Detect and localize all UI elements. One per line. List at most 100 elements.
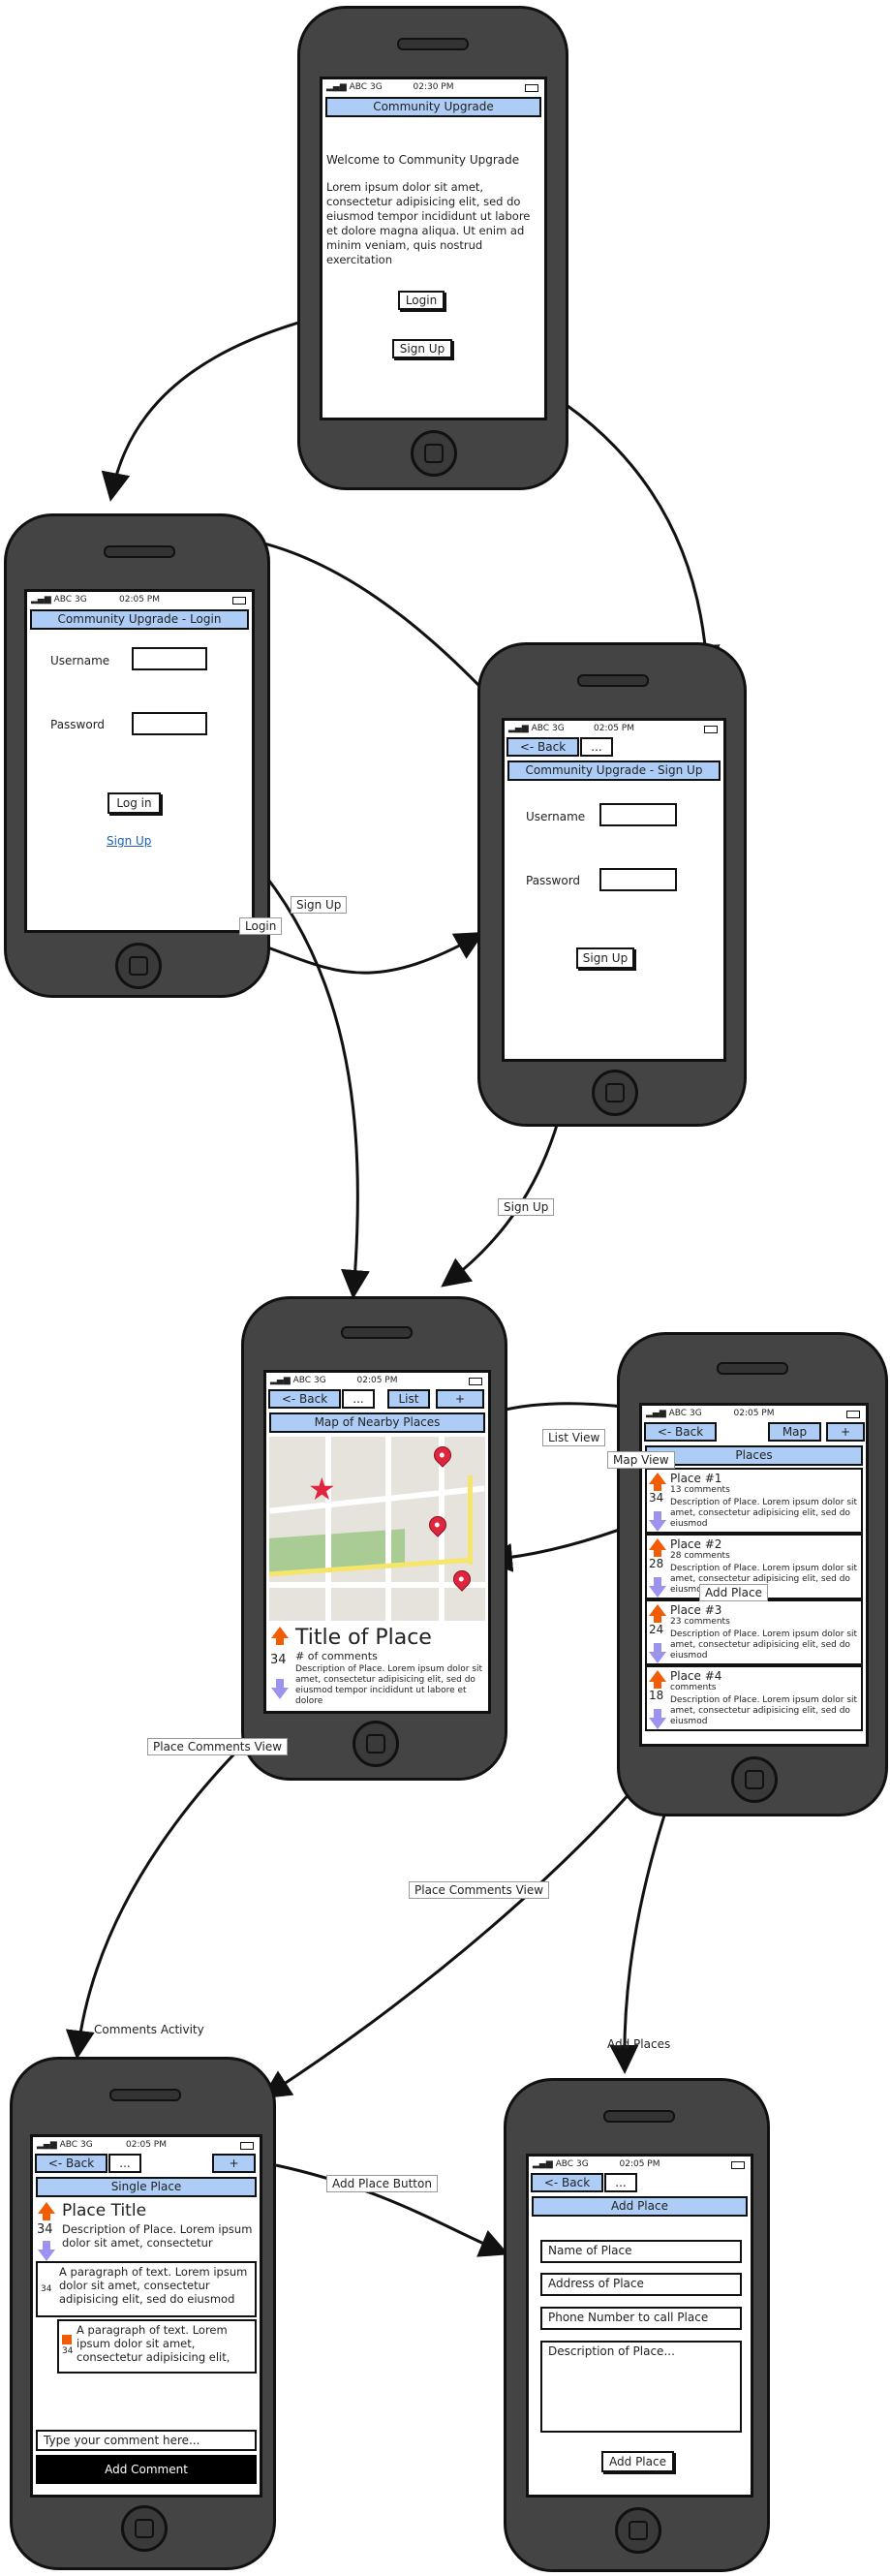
downvote-icon[interactable]	[38, 2241, 55, 2261]
upvote-icon[interactable]	[38, 2202, 55, 2220]
add-button[interactable]: +	[436, 1389, 484, 1409]
username-field[interactable]	[599, 803, 677, 826]
downvote-icon[interactable]	[649, 1577, 666, 1598]
phone-add-place: ▂▄▆ ABC 3G 02:05 PM <- Back ... Add Plac…	[504, 2078, 770, 2572]
speaker-grille	[397, 38, 469, 50]
upvote-icon[interactable]	[649, 1473, 666, 1491]
battery-icon	[525, 84, 538, 92]
page-title: Places	[645, 1445, 863, 1466]
place-description: Description of Place. Lorem ipsum dolor …	[295, 1664, 483, 1706]
login-button[interactable]: Log in	[107, 792, 161, 814]
password-field[interactable]	[599, 868, 677, 891]
list-button[interactable]: List	[387, 1389, 430, 1409]
place-description: Description of Place. Lorem ipsum dolor …	[670, 1498, 858, 1529]
upvote-icon[interactable]	[271, 1627, 289, 1645]
map-button[interactable]: Map	[768, 1422, 821, 1442]
place-name: Place #3	[670, 1603, 722, 1617]
comment-reply: 34 A paragraph of text. Lorem ipsum dolo…	[57, 2319, 257, 2374]
status-bar: ▂▄▆ ABC 3G 02:05 PM	[529, 2157, 751, 2173]
speaker-grille	[603, 2110, 675, 2123]
place-name-input[interactable]: Name of Place	[540, 2240, 742, 2263]
page-title: Community Upgrade - Sign Up	[507, 760, 721, 781]
signup-button[interactable]: Sign Up	[392, 339, 452, 358]
home-button[interactable]	[411, 430, 457, 477]
map-view[interactable]: ★	[269, 1437, 485, 1621]
screen-login: ▂▄▆ ABC 3G 02:05 PM Community Upgrade - …	[24, 589, 255, 933]
more-button[interactable]: ...	[342, 1389, 375, 1409]
status-time: 02:05 PM	[126, 2140, 167, 2150]
map-road	[269, 1485, 485, 1514]
place-address-input[interactable]: Address of Place	[540, 2273, 742, 2296]
back-button[interactable]: <- Back	[644, 1422, 717, 1442]
add-place-button[interactable]: Add Place	[601, 2451, 674, 2472]
list-item[interactable]: 34 Place #1 13 comments Description of P…	[645, 1468, 863, 1534]
phone-map: ▂▄▆ ABC 3G 02:05 PM <- Back ... List + M…	[241, 1296, 507, 1781]
comment-vote-count: 34	[62, 2346, 74, 2356]
upvote-icon[interactable]	[649, 1670, 666, 1689]
username-label: Username	[50, 654, 110, 667]
home-button[interactable]	[615, 2507, 661, 2554]
list-item[interactable]: 18 Place #4 comments Description of Plac…	[645, 1665, 863, 1731]
add-comment-button[interactable]: Add Comment	[36, 2455, 257, 2484]
upvote-icon[interactable]	[649, 1538, 666, 1557]
speaker-grille	[109, 2089, 181, 2101]
signup-button[interactable]: Sign Up	[576, 947, 634, 969]
flow-label-add-place: Add Place	[699, 1584, 768, 1601]
username-field[interactable]	[132, 647, 207, 670]
downvote-icon[interactable]	[649, 1643, 666, 1663]
more-button[interactable]: ...	[580, 737, 613, 757]
flow-label-comments-activity: Comments Activity	[94, 2023, 204, 2036]
signup-link[interactable]: Sign Up	[107, 834, 151, 848]
comment-text: A paragraph of text. Lorem ipsum dolor s…	[77, 2323, 230, 2364]
status-bar: ▂▄▆ ABC 3G 02:05 PM	[33, 2137, 260, 2154]
list-item[interactable]: 24 Place #3 23 comments Description of P…	[645, 1599, 863, 1665]
battery-icon	[469, 1378, 482, 1385]
page-title: Community Upgrade	[325, 97, 541, 117]
password-field[interactable]	[132, 712, 207, 735]
add-button[interactable]: +	[826, 1422, 865, 1442]
map-road	[325, 1437, 331, 1621]
phone-signup: ▂▄▆ ABC 3G 02:05 PM <- Back ... Communit…	[477, 642, 747, 1127]
speaker-grille	[104, 545, 175, 558]
password-label: Password	[50, 718, 106, 731]
screen-signup: ▂▄▆ ABC 3G 02:05 PM <- Back ... Communit…	[502, 718, 726, 1062]
place-phone-input[interactable]: Phone Number to call Place	[540, 2307, 742, 2330]
battery-icon	[240, 2142, 254, 2150]
home-button[interactable]	[353, 1721, 399, 1767]
add-button[interactable]: +	[212, 2154, 256, 2173]
username-label: Username	[526, 810, 586, 823]
comment-input[interactable]: Type your comment here...	[36, 2430, 257, 2451]
more-button[interactable]: ...	[604, 2173, 637, 2192]
home-button[interactable]	[115, 943, 162, 989]
back-button[interactable]: <- Back	[268, 1389, 341, 1409]
map-highway	[468, 1475, 473, 1565]
comments-count: 13 comments	[670, 1485, 730, 1495]
speaker-grille	[717, 1362, 788, 1375]
downvote-icon[interactable]	[649, 1709, 666, 1729]
back-button[interactable]: <- Back	[506, 737, 579, 757]
map-pin-icon[interactable]	[425, 1512, 450, 1537]
downvote-icon[interactable]	[271, 1679, 289, 1699]
phone-login: ▂▄▆ ABC 3G 02:05 PM Community Upgrade - …	[4, 513, 270, 998]
home-button[interactable]	[121, 2505, 168, 2552]
phone-places: ▂▄▆ ABC 3G 02:05 PM <- Back Map + Places…	[617, 1332, 888, 1816]
flow-label-list-view: List View	[542, 1429, 606, 1446]
status-time: 02:05 PM	[356, 1376, 398, 1385]
downvote-icon[interactable]	[649, 1511, 666, 1532]
login-button[interactable]: Login	[398, 291, 445, 310]
place-description-input[interactable]: Description of Place...	[540, 2341, 742, 2433]
home-button[interactable]	[592, 1070, 638, 1116]
vote-count: 28	[649, 1557, 664, 1570]
page-title: Single Place	[36, 2177, 257, 2197]
welcome-heading: Welcome to Community Upgrade	[326, 153, 520, 167]
more-button[interactable]: ...	[108, 2154, 141, 2173]
back-button[interactable]: <- Back	[35, 2154, 107, 2173]
home-button[interactable]	[731, 1756, 778, 1803]
back-button[interactable]: <- Back	[531, 2173, 603, 2192]
upvote-icon[interactable]	[649, 1604, 666, 1623]
place-name: Place #1	[670, 1472, 722, 1485]
page-title: Community Upgrade - Login	[30, 609, 249, 630]
screen-welcome: ▂▄▆ ABC 3G 02:30 PM Community Upgrade We…	[320, 77, 547, 420]
map-pin-icon[interactable]	[430, 1443, 455, 1468]
battery-icon	[846, 1411, 860, 1418]
